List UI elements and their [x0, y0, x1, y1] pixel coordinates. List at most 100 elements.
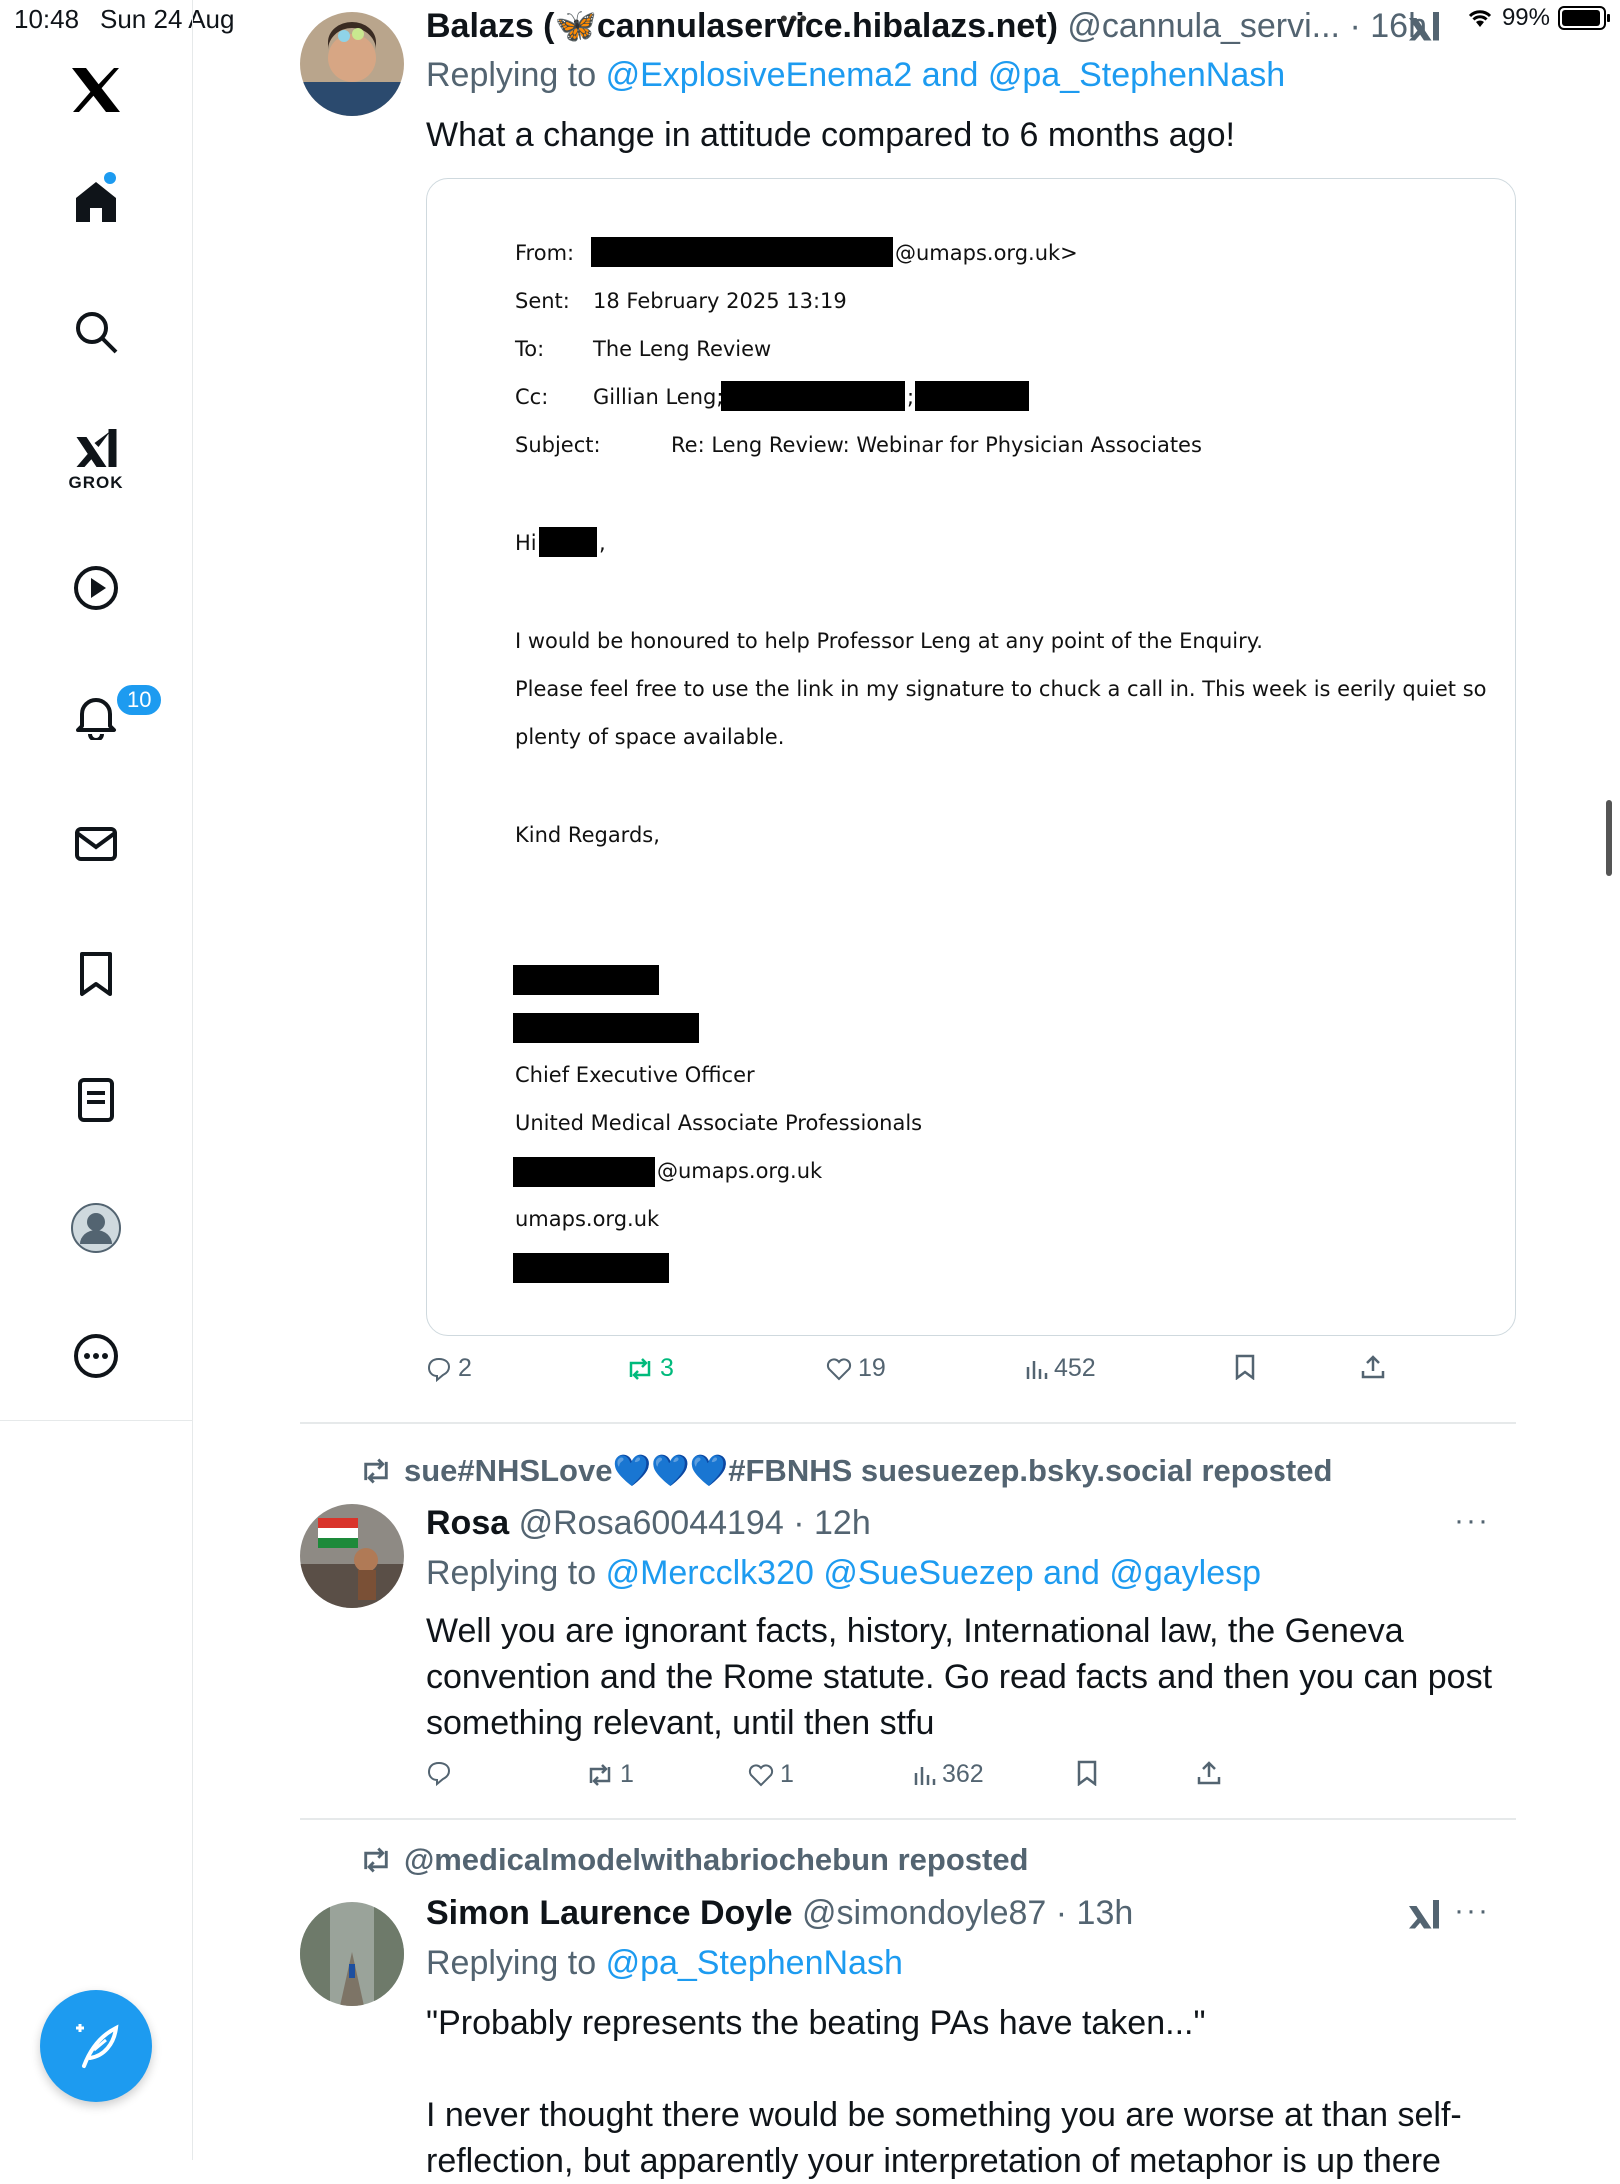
sidebar-item-home[interactable] [72, 172, 120, 226]
redaction-bar [513, 1253, 669, 1283]
sidebar-item-notifications[interactable]: 10 [72, 682, 165, 740]
like-button[interactable]: 1 [748, 1760, 794, 1789]
sidebar-item-videos[interactable] [72, 564, 120, 612]
email-signoff: Kind Regards, [515, 823, 660, 847]
author-name[interactable]: Simon Laurence Doyle [426, 1894, 793, 1932]
notifications-badge: 10 [114, 682, 165, 718]
share-icon [1197, 1761, 1221, 1785]
avatar[interactable] [300, 1902, 404, 2006]
redaction-bar [539, 527, 597, 557]
tweet-header: Balazs (🦋cannulaservice.hibalazs.net) @c… [426, 6, 1427, 46]
more-circle-icon [74, 1334, 118, 1378]
tweet-time[interactable]: 13h [1077, 1894, 1134, 1932]
mention-link[interactable]: @SueSuezep [823, 1554, 1033, 1592]
tweet-header: Simon Laurence Doyle @simondoyle87 · 13h [426, 1894, 1133, 1933]
email-sig-site: umaps.org.uk [515, 1207, 660, 1231]
email-sig-org: United Medical Associate Professionals [515, 1111, 923, 1135]
tweet-image[interactable]: From: @umaps.org.uk> Sent: 18 February 2… [426, 178, 1516, 1336]
reposted-by[interactable]: @medicalmodelwithabriochebun reposted [404, 1842, 1029, 1878]
repost-icon [364, 1458, 388, 1483]
mention-link[interactable]: @pa_StephenNash [606, 1944, 903, 1982]
tweet[interactable]: Balazs (🦋cannulaservice.hibalazs.net) @c… [300, 0, 1516, 1420]
tweet[interactable]: @medicalmodelwithabriochebun reposted Si… [300, 1820, 1506, 2180]
email-from-domain: @umaps.org.uk> [895, 241, 1078, 265]
share-icon [1361, 1355, 1385, 1379]
x-logo-icon[interactable] [70, 66, 122, 114]
list-icon [78, 1078, 114, 1122]
repost-context: @medicalmodelwithabriochebun reposted [360, 1842, 1029, 1878]
email-body-line: plenty of space available. [515, 725, 785, 749]
author-name[interactable]: Balazs (🦋cannulaservice.hibalazs.net) [426, 7, 1058, 45]
view-count: 362 [942, 1760, 984, 1788]
avatar[interactable] [300, 12, 404, 116]
bookmark-button[interactable] [1234, 1354, 1256, 1380]
email-to-label: To: [515, 337, 545, 361]
mention-link[interactable]: @pa_StephenNash [988, 56, 1285, 94]
replying-to-label: Replying to [426, 56, 597, 94]
author-handle[interactable]: @Rosa60044194 [519, 1504, 784, 1542]
repost-icon [629, 1357, 651, 1380]
more-options-button[interactable]: ··· [1454, 1894, 1490, 1928]
reply-context: Replying to @Mercclk320 @SueSuezep and @… [426, 1554, 1261, 1593]
reply-button[interactable] [426, 1760, 452, 1786]
more-options-button[interactable]: ··· [1454, 1504, 1490, 1538]
sidebar-item-profile[interactable] [70, 1202, 122, 1254]
repost-button[interactable]: 1 [586, 1760, 634, 1789]
repost-button[interactable]: 3 [626, 1354, 674, 1383]
author-name[interactable]: Rosa [426, 1504, 509, 1542]
repost-icon [364, 1847, 388, 1873]
reply-button[interactable]: 2 [426, 1354, 472, 1383]
share-button[interactable] [1196, 1760, 1222, 1786]
sidebar: GROK 10 [0, 0, 193, 2160]
like-count: 19 [858, 1354, 886, 1382]
views-button[interactable]: 362 [912, 1760, 984, 1789]
home-icon [76, 182, 116, 222]
share-button[interactable] [1360, 1354, 1386, 1380]
heart-icon [826, 1357, 852, 1380]
author-handle[interactable]: @simondoyle87 [802, 1894, 1046, 1932]
dot-separator: · [793, 1504, 805, 1542]
bookmark-icon [1077, 1760, 1097, 1786]
author-handle[interactable]: @cannula_servi... [1067, 7, 1340, 45]
mention-link[interactable]: @Mercclk320 [606, 1554, 814, 1592]
redaction-bar [513, 965, 659, 995]
grok-icon[interactable] [1406, 10, 1442, 44]
timeline: Balazs (🦋cannulaservice.hibalazs.net) @c… [192, 0, 1620, 2180]
sidebar-item-search[interactable] [72, 308, 120, 356]
reposted-by[interactable]: sue#NHSLove💙💙💙#FBNHS suesuezep.bsky.soci… [404, 1452, 1332, 1489]
mention-link[interactable]: @gaylesp [1109, 1554, 1261, 1592]
mention-link[interactable]: @ExplosiveEnema2 [606, 56, 913, 94]
reply-and-label: and [921, 56, 979, 94]
sidebar-item-bookmarks[interactable] [72, 950, 120, 998]
sidebar-item-grok[interactable]: GROK [69, 427, 124, 493]
bell-icon [76, 698, 116, 740]
sidebar-item-messages[interactable] [72, 820, 120, 868]
email-subject-value: Re: Leng Review: Webinar for Physician A… [671, 433, 1202, 457]
tweet-text: What a change in attitude compared to 6 … [426, 116, 1235, 154]
grok-icon[interactable] [1406, 1898, 1442, 1932]
scrollbar[interactable] [1606, 800, 1612, 876]
avatar[interactable] [300, 1504, 404, 1608]
repost-icon [589, 1763, 611, 1786]
tweet-time[interactable]: 12h [814, 1504, 871, 1542]
sidebar-item-more[interactable] [72, 1332, 120, 1380]
compose-post-button[interactable] [40, 1990, 152, 2102]
like-button[interactable]: 19 [826, 1354, 886, 1383]
email-to-value: The Leng Review [593, 337, 772, 361]
repost-context: sue#NHSLove💙💙💙#FBNHS suesuezep.bsky.soci… [360, 1452, 1332, 1489]
email-sent-value: 18 February 2025 13:19 [593, 289, 847, 313]
tweet-text: Well you are ignorant facts, history, In… [426, 1612, 1493, 1742]
bookmark-button[interactable] [1076, 1760, 1098, 1786]
search-icon [76, 312, 118, 354]
mail-icon [75, 827, 117, 861]
email-from-label: From: [515, 241, 575, 265]
dot-separator: · [1055, 1894, 1068, 1932]
grok-icon [76, 429, 116, 467]
play-circle-icon [74, 566, 118, 610]
tweet[interactable]: sue#NHSLove💙💙💙#FBNHS suesuezep.bsky.soci… [300, 1424, 1506, 1820]
views-button[interactable]: 452 [1024, 1354, 1096, 1383]
replying-to-label: Replying to [426, 1944, 597, 1982]
redaction-bar [513, 1013, 699, 1043]
email-greeting-comma: , [599, 531, 606, 555]
sidebar-item-lists[interactable] [72, 1076, 120, 1124]
